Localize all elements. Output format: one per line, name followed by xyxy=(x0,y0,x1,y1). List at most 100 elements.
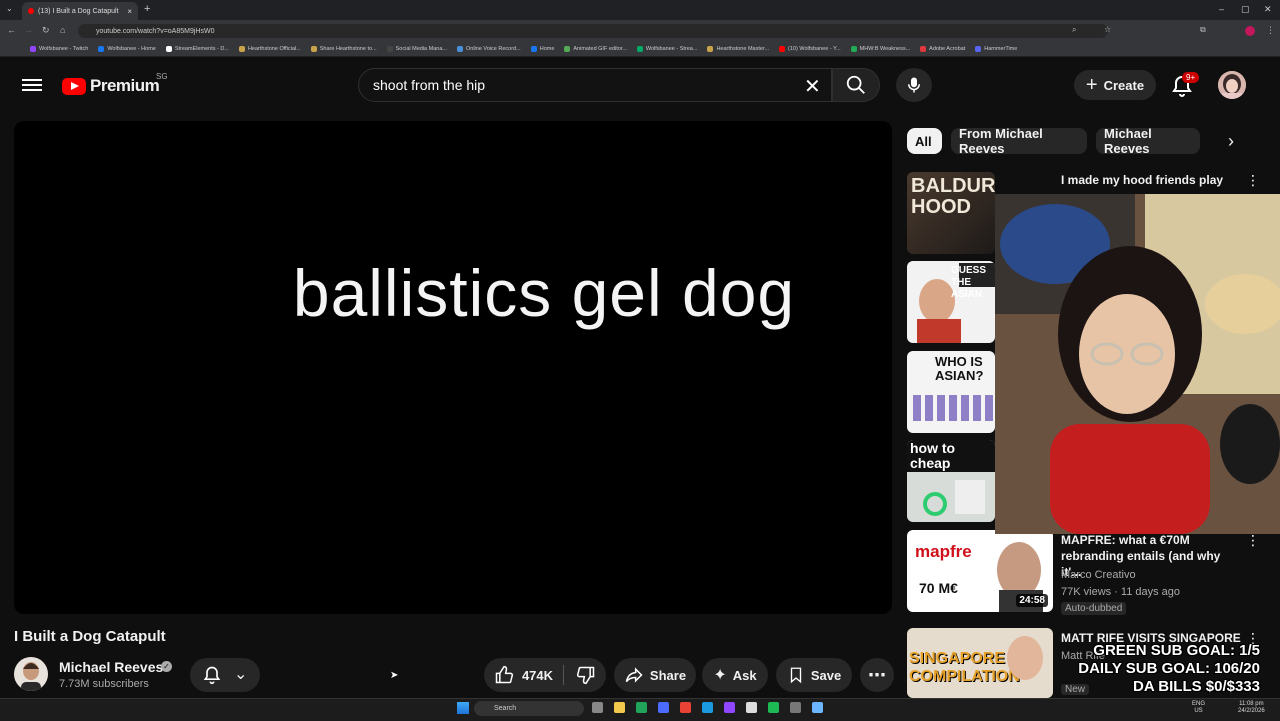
taskbar-app-icon[interactable] xyxy=(768,702,779,713)
browser-tab[interactable]: (13) I Built a Dog Catapult × xyxy=(22,2,138,20)
new-tab-icon[interactable]: + xyxy=(144,3,150,15)
taskbar-app-icon[interactable] xyxy=(724,702,735,713)
extensions-icon[interactable]: ⧉ xyxy=(1200,25,1206,35)
bookmark-item[interactable]: Wolfsbanee - Home xyxy=(98,46,156,52)
taskbar-app-icon[interactable] xyxy=(812,702,823,713)
taskbar-app-icon[interactable] xyxy=(702,702,713,713)
channel-avatar[interactable] xyxy=(14,657,48,691)
clear-search-icon[interactable]: ✕ xyxy=(804,74,821,99)
taskbar-app-icon[interactable] xyxy=(746,702,757,713)
bookmark-item[interactable]: Share Hearthstone to... xyxy=(310,46,377,52)
bookmark-item[interactable]: MHW:B Weakness... xyxy=(850,46,910,52)
bookmark-item[interactable]: Social Media Mana... xyxy=(386,46,447,52)
address-bar[interactable]: youtube.com/watch?v=oA85M9jHsW0 xyxy=(78,24,1108,38)
hamburger-menu-icon[interactable] xyxy=(22,76,42,94)
bookmark-favicon-icon xyxy=(564,46,571,52)
back-icon[interactable]: ← xyxy=(7,25,16,35)
recommendation-thumbnail[interactable]: BALDUR'S HOOD xyxy=(907,172,995,254)
bookmark-label: Online Voice Record... xyxy=(465,46,521,52)
bookmark-item[interactable]: Animated GIF editor... xyxy=(564,46,627,52)
notification-badge: 9+ xyxy=(1182,72,1200,83)
bookmark-item[interactable]: HammerTime xyxy=(975,46,1017,52)
recommendation-thumbnail[interactable]: GUESS THE ASIAN xyxy=(907,261,995,343)
like-button[interactable]: 474K xyxy=(494,665,565,685)
like-dislike-group: 474K xyxy=(484,658,606,692)
search-input[interactable]: shoot from the hip xyxy=(358,68,832,102)
youtube-premium-logo[interactable]: Premium xyxy=(62,76,160,96)
taskbar-app-icon[interactable] xyxy=(636,702,647,713)
tab-list-icon[interactable]: ⌄ xyxy=(6,4,13,13)
taskbar-app-icon[interactable] xyxy=(790,702,801,713)
bookmark-item[interactable]: StreamElements - D... xyxy=(165,46,229,52)
bookmark-label: Wolfsbanee - Twitch xyxy=(39,46,89,52)
clock[interactable]: 11:08 pm 24/2/2026 xyxy=(1238,701,1265,715)
thumbnail-text: GUESS THE ASIAN xyxy=(951,265,987,300)
bookmark-item[interactable]: Wolfsbanee - Strea... xyxy=(636,46,698,52)
share-button[interactable]: Share xyxy=(614,658,696,692)
ask-button[interactable]: ✦ Ask xyxy=(702,658,768,692)
bookmark-item[interactable]: (10) Wolfsbanee - Y... xyxy=(779,46,841,52)
bookmark-label: HammerTime xyxy=(984,46,1018,52)
more-actions-button[interactable]: ⋯ xyxy=(860,658,894,692)
microphone-icon xyxy=(908,77,920,93)
minimize-icon[interactable]: – xyxy=(1219,4,1224,14)
voice-search-button[interactable] xyxy=(896,68,932,102)
subscribed-notifications-button[interactable]: ⌄ xyxy=(190,658,260,692)
browser-menu-icon[interactable]: ⋮ xyxy=(1266,25,1275,36)
taskbar-app-icon[interactable] xyxy=(614,702,625,713)
recommendation-thumbnail[interactable]: WHO IS ASIAN? xyxy=(907,351,995,433)
close-window-icon[interactable]: ✕ xyxy=(1264,4,1272,15)
taskbar-app-icon[interactable] xyxy=(592,702,603,713)
bookmark-item[interactable]: Wolfsbanee - Twitch xyxy=(30,46,88,52)
taskbar-app-icon[interactable] xyxy=(658,702,669,713)
bookmark-icon xyxy=(790,667,801,684)
search-icon xyxy=(846,75,865,94)
ask-label: Ask xyxy=(732,667,757,683)
recommendation-thumbnail[interactable]: SINGAPORE COMPILATION xyxy=(907,628,1053,698)
recommendation-title[interactable]: I made my hood friends play Baldur's Gat… xyxy=(1061,172,1241,190)
chip-from-michael-reeves[interactable]: From Michael Reeves xyxy=(951,126,1087,156)
create-button[interactable]: + Create xyxy=(1074,70,1156,100)
home-icon[interactable]: ⌂ xyxy=(60,25,65,35)
more-options-icon[interactable]: ⋮ xyxy=(1246,532,1260,549)
search-button[interactable] xyxy=(832,68,880,102)
recommendation-thumbnail[interactable]: how to cheap xyxy=(907,440,995,522)
user-avatar[interactable] xyxy=(1218,71,1246,99)
taskbar-app-icon[interactable] xyxy=(680,702,691,713)
taskbar-search[interactable]: Search xyxy=(474,701,584,716)
windows-start-icon[interactable] xyxy=(457,702,469,714)
bookmark-item[interactable]: Hearthstone Master... xyxy=(707,46,769,52)
tab-close-icon[interactable]: × xyxy=(127,7,132,16)
auto-dubbed-badge: Auto-dubbed xyxy=(1061,602,1127,615)
chip-michael-reeves[interactable]: Michael Reeves xyxy=(1096,126,1200,156)
channel-name[interactable]: Michael Reeves xyxy=(59,659,163,675)
recommendation-channel[interactable]: Marco Creativo xyxy=(1061,569,1136,581)
save-button[interactable]: Save xyxy=(776,658,852,692)
reload-icon[interactable]: ↻ xyxy=(42,25,50,36)
forward-icon[interactable]: → xyxy=(24,25,33,35)
recommendation-thumbnail[interactable]: mapfre 70 M€ 24:58 xyxy=(907,530,1053,612)
chips-next-icon[interactable]: › xyxy=(1228,131,1234,152)
bookmark-item[interactable]: Hearthstone Official... xyxy=(238,46,301,52)
zoom-icon[interactable]: ⌕ xyxy=(1072,25,1076,35)
maximize-icon[interactable]: ▢ xyxy=(1241,4,1250,15)
more-options-icon[interactable]: ⋮ xyxy=(1246,172,1260,189)
video-title: I Built a Dog Catapult xyxy=(14,628,166,645)
chip-all[interactable]: All xyxy=(907,128,942,154)
mouse-cursor-icon: ➤ xyxy=(390,670,399,681)
language-indicator[interactable]: ENG US xyxy=(1192,701,1205,715)
video-duration: 24:58 xyxy=(1016,594,1048,607)
thumbs-down-icon[interactable] xyxy=(576,665,596,685)
bookmark-item[interactable]: Adobe Acrobat xyxy=(920,46,965,52)
share-icon xyxy=(625,667,643,683)
bookmark-item[interactable]: Online Voice Record... xyxy=(456,46,521,52)
profile-icon[interactable] xyxy=(1245,26,1255,36)
bookmark-label: Wolfsbanee - Strea... xyxy=(645,46,698,52)
save-label: Save xyxy=(810,667,842,683)
bookmark-item[interactable]: Home xyxy=(530,46,554,52)
video-player[interactable] xyxy=(14,121,892,614)
subscriber-count: 7.73M subscribers xyxy=(59,678,149,690)
bookmark-star-icon[interactable]: ☆ xyxy=(1104,25,1111,34)
bookmark-favicon-icon xyxy=(920,46,927,52)
bookmark-label: StreamElements - D... xyxy=(174,46,229,52)
